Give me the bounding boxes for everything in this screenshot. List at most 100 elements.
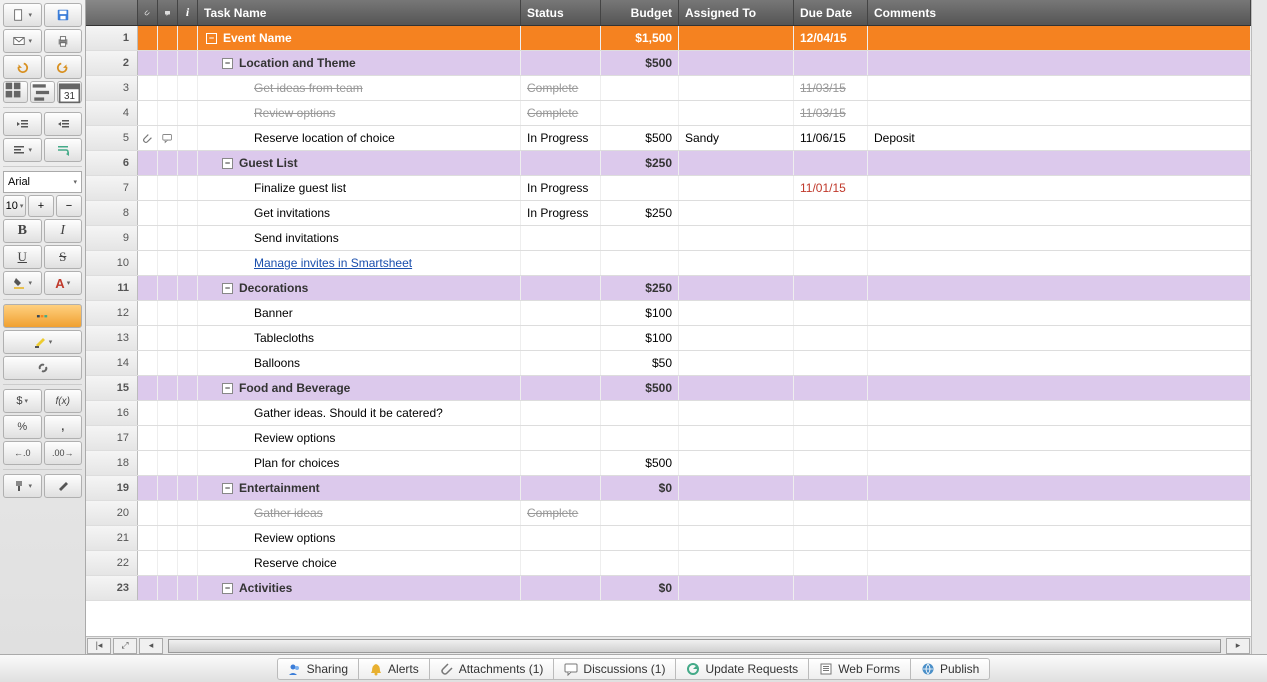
collapse-toggle[interactable]: − (222, 383, 233, 394)
status-cell[interactable] (521, 26, 601, 50)
assign-cell[interactable] (679, 76, 794, 100)
task-cell[interactable]: −Activities (198, 576, 521, 600)
grid-row[interactable]: 10Manage invites in Smartsheet (86, 251, 1251, 276)
budget-cell[interactable] (601, 501, 679, 525)
highlight-button[interactable]: ▾ (3, 330, 82, 354)
row-number-header[interactable] (86, 0, 138, 25)
row-info-cell[interactable] (178, 76, 198, 100)
assign-cell[interactable] (679, 576, 794, 600)
row-number[interactable]: 6 (86, 151, 138, 175)
comm-cell[interactable] (868, 176, 1251, 200)
conditional-format-button[interactable] (3, 304, 82, 328)
budget-cell[interactable] (601, 251, 679, 275)
grid-body[interactable]: 1−Event Name$1,50012/04/152−Location and… (86, 26, 1251, 636)
task-cell[interactable]: Review options (198, 426, 521, 450)
status-cell[interactable]: In Progress (521, 201, 601, 225)
row-number[interactable]: 17 (86, 426, 138, 450)
comm-cell[interactable] (868, 276, 1251, 300)
comm-cell[interactable] (868, 376, 1251, 400)
row-attachment-cell[interactable] (138, 176, 158, 200)
font-family-select[interactable]: Arial▾ (3, 171, 82, 193)
row-attachment-cell[interactable] (138, 351, 158, 375)
indent-button[interactable] (44, 112, 83, 136)
status-cell[interactable]: Complete (521, 101, 601, 125)
row-number[interactable]: 3 (86, 76, 138, 100)
comm-cell[interactable]: Deposit (868, 126, 1251, 150)
row-info-cell[interactable] (178, 301, 198, 325)
row-attachment-cell[interactable] (138, 551, 158, 575)
grid-row[interactable]: 16 Gather ideas. Should it be catered? (86, 401, 1251, 426)
row-info-cell[interactable] (178, 551, 198, 575)
row-discussion-cell[interactable] (158, 76, 178, 100)
assign-cell[interactable] (679, 101, 794, 125)
status-cell[interactable] (521, 51, 601, 75)
collapse-toggle[interactable]: − (222, 283, 233, 294)
assign-cell[interactable] (679, 176, 794, 200)
budget-cell[interactable] (601, 226, 679, 250)
task-cell[interactable]: Tablecloths (198, 326, 521, 350)
row-discussion-cell[interactable] (158, 276, 178, 300)
grid-row[interactable]: 22Reserve choice (86, 551, 1251, 576)
print-button[interactable] (44, 29, 83, 53)
due-cell[interactable]: 11/01/15 (794, 176, 868, 200)
grid-row[interactable]: 14Balloons$50 (86, 351, 1251, 376)
row-discussion-cell[interactable] (158, 51, 178, 75)
comm-cell[interactable] (868, 501, 1251, 525)
row-number[interactable]: 2 (86, 51, 138, 75)
due-cell[interactable] (794, 151, 868, 175)
row-number[interactable]: 16 (86, 401, 138, 425)
discussion-column-header[interactable] (158, 0, 178, 25)
task-cell[interactable]: Get ideas from team (198, 76, 521, 100)
status-cell[interactable] (521, 376, 601, 400)
due-cell[interactable]: 11/06/15 (794, 126, 868, 150)
row-discussion-cell[interactable] (158, 576, 178, 600)
row-number[interactable]: 13 (86, 326, 138, 350)
row-attachment-cell[interactable] (138, 326, 158, 350)
status-cell[interactable] (521, 151, 601, 175)
bold-button[interactable]: B (3, 219, 42, 243)
grid-row[interactable]: 1−Event Name$1,50012/04/15 (86, 26, 1251, 51)
grid-row[interactable]: 9Send invitations (86, 226, 1251, 251)
increase-decimal-button[interactable]: .00→ (44, 441, 83, 465)
grid-row[interactable]: 8Get invitationsIn Progress$250 (86, 201, 1251, 226)
discussions-button[interactable]: Discussions (1) (554, 658, 676, 680)
new-sheet-button[interactable]: ▾ (3, 3, 42, 27)
due-cell[interactable] (794, 526, 868, 550)
budget-cell[interactable]: $0 (601, 476, 679, 500)
assign-cell[interactable] (679, 226, 794, 250)
row-number[interactable]: 1 (86, 26, 138, 50)
wrap-button[interactable] (44, 138, 83, 162)
row-info-cell[interactable] (178, 401, 198, 425)
grid-row[interactable]: 13 Tablecloths $100 (86, 326, 1251, 351)
row-info-cell[interactable] (178, 101, 198, 125)
status-cell[interactable]: In Progress (521, 176, 601, 200)
task-column-header[interactable]: Task Name (198, 0, 521, 25)
budget-cell[interactable]: $250 (601, 151, 679, 175)
row-info-cell[interactable] (178, 126, 198, 150)
email-button[interactable]: ▾ (3, 29, 42, 53)
task-cell[interactable]: Gather ideas. Should it be catered? (198, 401, 521, 425)
budget-cell[interactable]: $500 (601, 126, 679, 150)
font-size-select[interactable]: 10▾ (3, 195, 26, 217)
status-cell[interactable] (521, 451, 601, 475)
due-cell[interactable] (794, 351, 868, 375)
budget-cell[interactable] (601, 101, 679, 125)
grid-row[interactable]: 7Finalize guest listIn Progress11/01/15 (86, 176, 1251, 201)
row-discussion-cell[interactable] (158, 326, 178, 350)
due-cell[interactable] (794, 476, 868, 500)
grid-row[interactable]: 3Get ideas from teamComplete11/03/15 (86, 76, 1251, 101)
hscroll-track[interactable] (168, 639, 1221, 653)
clear-format-button[interactable] (44, 474, 83, 498)
assign-cell[interactable] (679, 351, 794, 375)
comm-cell[interactable] (868, 26, 1251, 50)
grid-row[interactable]: 5Reserve location of choiceIn Progress$5… (86, 126, 1251, 151)
row-attachment-cell[interactable] (138, 226, 158, 250)
grid-row[interactable]: 4Review optionsComplete11/03/15 (86, 101, 1251, 126)
due-cell[interactable] (794, 251, 868, 275)
scroll-first-button[interactable]: |◂ (87, 638, 111, 654)
task-cell[interactable]: Reserve choice (198, 551, 521, 575)
task-cell[interactable]: Send invitations (198, 226, 521, 250)
row-discussion-cell[interactable] (158, 151, 178, 175)
budget-cell[interactable]: $100 (601, 326, 679, 350)
budget-cell[interactable]: $50 (601, 351, 679, 375)
